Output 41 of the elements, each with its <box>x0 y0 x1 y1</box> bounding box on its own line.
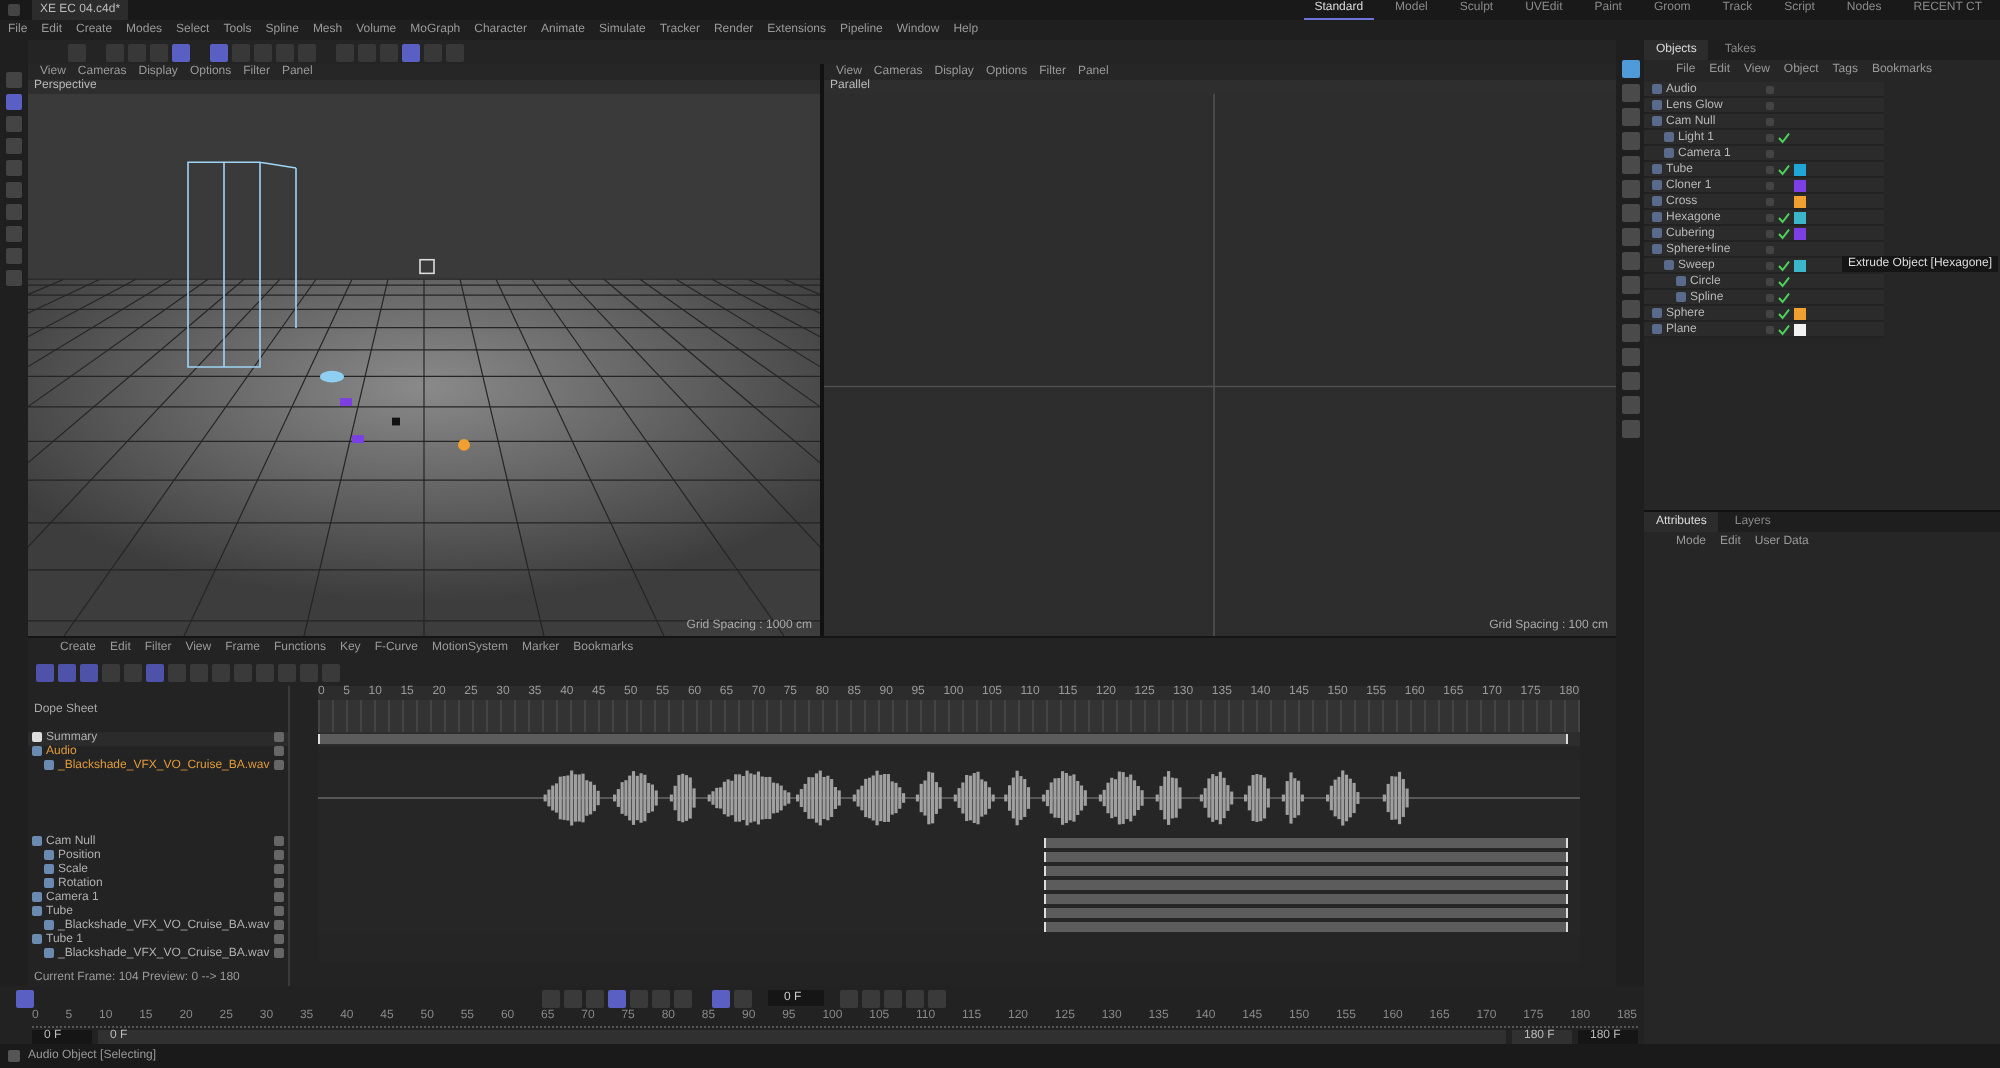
toolbar-button[interactable] <box>298 43 316 61</box>
check-icon[interactable] <box>1778 275 1790 287</box>
material-tag-swatch[interactable] <box>1794 163 1806 175</box>
toolbar-button[interactable] <box>424 43 442 61</box>
toolbar-button[interactable] <box>336 43 354 61</box>
material-tag-swatch[interactable] <box>1794 259 1806 271</box>
toolbar-button[interactable] <box>128 43 146 61</box>
check-icon[interactable] <box>1778 259 1790 271</box>
key-range-bar[interactable] <box>1043 852 1568 862</box>
check-icon[interactable] <box>1778 307 1790 319</box>
toolbar-button[interactable] <box>232 43 250 61</box>
toolbar-button[interactable] <box>358 43 376 61</box>
toolbar-button[interactable] <box>172 43 190 61</box>
material-tag-swatch[interactable] <box>1794 323 1806 335</box>
key-range-bar[interactable] <box>1043 908 1568 918</box>
check-icon[interactable] <box>1778 291 1790 303</box>
key-range-bar[interactable] <box>1043 894 1568 904</box>
key-range-bar[interactable] <box>1043 866 1568 876</box>
check-icon[interactable] <box>1778 131 1790 143</box>
check-icon[interactable] <box>1778 227 1790 239</box>
key-range-bar[interactable] <box>1043 838 1568 848</box>
toolbar-button[interactable] <box>68 43 86 61</box>
key-range-bar[interactable] <box>1043 880 1568 890</box>
check-icon[interactable] <box>1778 323 1790 335</box>
material-tag-swatch[interactable] <box>1794 195 1806 207</box>
material-tag-swatch[interactable] <box>1794 211 1806 223</box>
check-icon[interactable] <box>1778 211 1790 223</box>
toolbar-button[interactable] <box>446 43 464 61</box>
check-icon[interactable] <box>1778 163 1790 175</box>
material-tag-swatch[interactable] <box>1794 179 1806 191</box>
material-tag-swatch[interactable] <box>1794 227 1806 239</box>
toolbar-button[interactable] <box>106 43 124 61</box>
toolbar-button[interactable] <box>150 43 168 61</box>
toolbar-button[interactable] <box>254 43 272 61</box>
toolbar-button[interactable] <box>380 43 398 61</box>
key-range-bar[interactable] <box>1043 922 1568 932</box>
key-range-bar[interactable] <box>318 734 1568 744</box>
material-tag-swatch[interactable] <box>1794 307 1806 319</box>
toolbar-button[interactable] <box>276 43 294 61</box>
toolbar-button[interactable] <box>210 43 228 61</box>
toolbar-button[interactable] <box>402 43 420 61</box>
